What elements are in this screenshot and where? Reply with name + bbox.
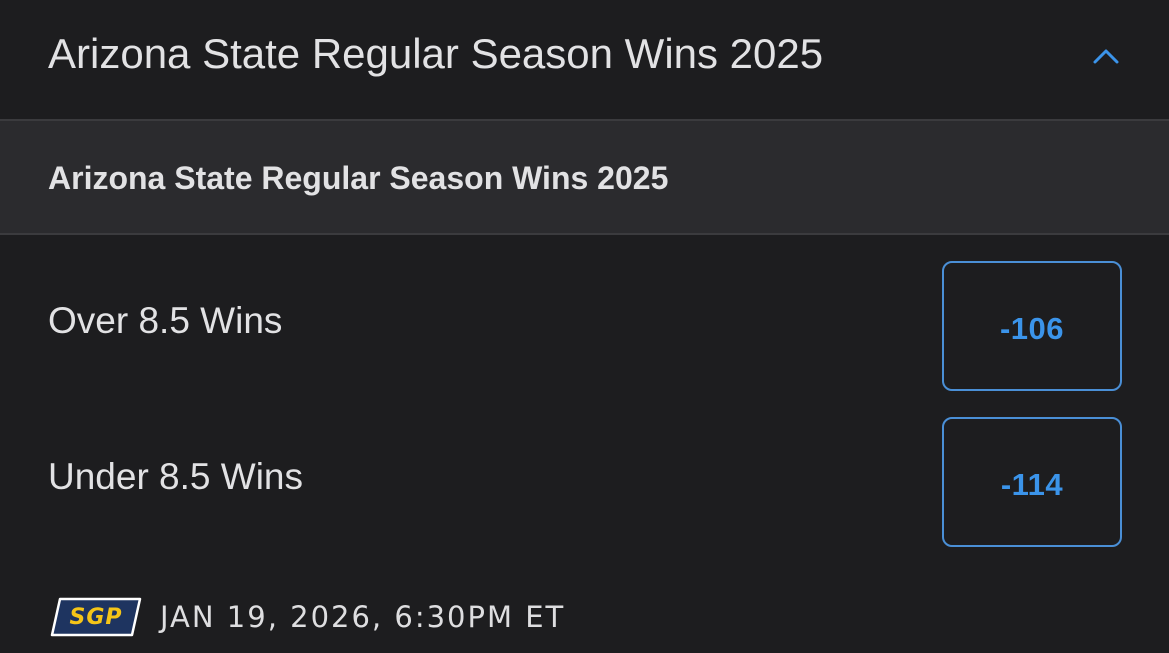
market-group-header[interactable]: Arizona State Regular Season Wins 2025 <box>0 0 1169 119</box>
outcome-label-under: Under 8.5 Wins <box>48 456 303 497</box>
collapse-button[interactable] <box>1086 36 1126 76</box>
market-title: Arizona State Regular Season Wins 2025 <box>48 160 669 196</box>
sgp-badge-label: SGP <box>69 604 123 630</box>
divider <box>0 233 1169 235</box>
event-start-time: JAN 19, 2026, 6:30PM ET <box>160 600 566 634</box>
event-footer: SGP JAN 19, 2026, 6:30PM ET <box>50 594 565 640</box>
outcome-label-over: Over 8.5 Wins <box>48 300 283 341</box>
odds-value: -106 <box>999 311 1065 346</box>
odds-value: -114 <box>1000 467 1064 502</box>
market-subheader: Arizona State Regular Season Wins 2025 <box>0 121 1169 233</box>
market-group-title: Arizona State Regular Season Wins 2025 <box>48 30 824 77</box>
odds-button-over[interactable]: -106 <box>942 261 1122 391</box>
odds-button-under[interactable]: -114 <box>942 417 1122 547</box>
chevron-up-icon <box>1093 49 1119 64</box>
sgp-badge[interactable]: SGP <box>50 597 142 637</box>
